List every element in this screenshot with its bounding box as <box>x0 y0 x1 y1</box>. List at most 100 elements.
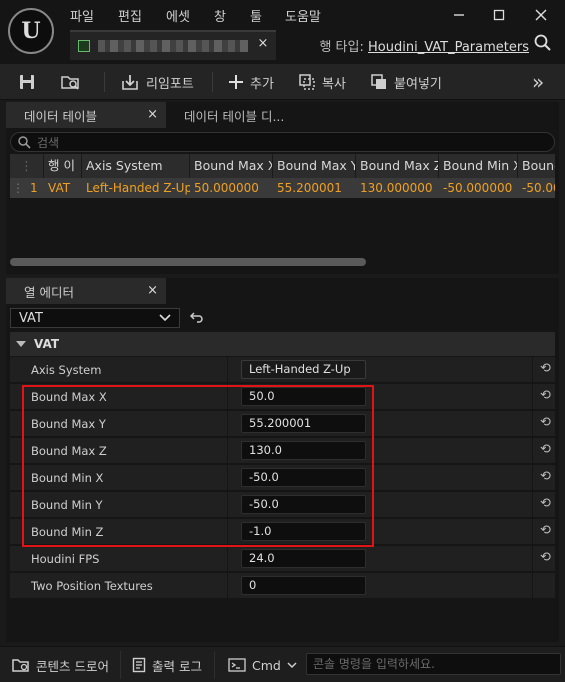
cell-axis-system: Left-Handed Z-Up <box>86 181 190 195</box>
output-log-button[interactable]: 출력 로그 <box>132 653 202 677</box>
cell-bound-max-z: 130.000000 <box>360 181 433 195</box>
undo-icon[interactable] <box>190 310 204 324</box>
column-header-bound-max-x[interactable]: Bound Max X <box>190 154 273 178</box>
reset-to-default-icon[interactable]: ⟲ <box>540 550 551 565</box>
output-log-icon <box>132 657 146 673</box>
cmd-dropdown[interactable]: Cmd <box>228 653 297 677</box>
tab-column-editor-label: 열 에디터 <box>24 284 74 300</box>
menu-help[interactable]: 도움말 <box>285 6 321 25</box>
reset-to-default-icon[interactable]: ⟲ <box>540 442 551 457</box>
property-value-input[interactable]: 24.0 <box>241 549 366 568</box>
toolbar-separator <box>104 72 105 92</box>
tab-column-editor-close-icon[interactable]: × <box>147 283 158 298</box>
reimport-label: 리임포트 <box>146 76 194 92</box>
reset-to-default-icon[interactable]: ⟲ <box>540 496 551 511</box>
document-tab[interactable]: × <box>70 30 276 60</box>
menu-edit[interactable]: 편집 <box>118 6 142 25</box>
menu-file[interactable]: 파일 <box>70 6 94 25</box>
close-button[interactable] <box>526 4 556 26</box>
cell-bound-min-y: -50.00 <box>522 181 555 195</box>
close-icon <box>535 9 547 21</box>
copy-button[interactable]: 복사 <box>298 68 346 96</box>
reset-to-default-icon[interactable]: ⟲ <box>540 415 551 430</box>
browse-button[interactable] <box>60 68 82 96</box>
column-header-axis-system[interactable]: Axis System <box>82 154 190 178</box>
column-header-bound-min-y[interactable]: Bound <box>518 154 555 178</box>
content-drawer-icon <box>12 659 29 672</box>
tab-column-editor[interactable]: 열 에디터 × <box>6 278 166 304</box>
column-divider <box>227 546 228 572</box>
reset-to-default-icon[interactable]: ⟲ <box>540 469 551 484</box>
minimize-button[interactable] <box>444 4 474 26</box>
reset-to-default-icon[interactable]: ⟲ <box>540 523 551 538</box>
column-divider <box>532 465 533 491</box>
column-header-bound-max-z[interactable]: Bound Max Z <box>356 154 439 178</box>
category-header[interactable]: VAT <box>10 332 555 356</box>
unreal-logo-icon[interactable]: U <box>8 8 54 54</box>
add-label: 추가 <box>250 76 274 92</box>
document-tab-close-button[interactable]: × <box>254 36 272 54</box>
title-bar: U 파일 편집 에셋 창 툴 도움말 × 행 타입: Houdini_VAT_P… <box>0 0 565 64</box>
search-icon[interactable] <box>533 33 553 53</box>
column-header-bound-min-x[interactable]: Bound Min X <box>439 154 518 178</box>
maximize-button[interactable] <box>484 4 514 26</box>
toolbar-separator <box>212 72 213 92</box>
cmd-label: Cmd <box>252 657 281 673</box>
property-value-input[interactable]: 0 <box>241 576 366 595</box>
data-table-asset-icon <box>78 40 90 52</box>
tab-data-table-details-label: 데이터 테이블 디... <box>184 108 285 124</box>
console-input[interactable]: 콘솔 명령을 입력하세요. <box>306 653 561 675</box>
horizontal-scrollbar[interactable] <box>10 258 366 266</box>
content-drawer-button[interactable]: 콘텐츠 드로어 <box>12 653 109 677</box>
property-row-two-position-textures: Two Position Textures 0 <box>10 573 555 599</box>
copy-label: 복사 <box>322 76 346 92</box>
document-tab-name-blurred <box>98 40 248 52</box>
row-type-caption: 행 타입: <box>319 40 364 55</box>
row-index: 1 <box>30 181 38 195</box>
row-type-value[interactable]: Houdini_VAT_Parameters <box>368 40 529 55</box>
chevron-down-icon <box>287 661 297 668</box>
search-input[interactable]: 검색 <box>10 132 555 152</box>
column-divider <box>227 573 228 599</box>
column-divider <box>532 357 533 383</box>
column-header-row-name[interactable]: 행 이 <box>44 154 82 178</box>
row-select-dropdown[interactable]: VAT <box>10 308 180 328</box>
column-divider <box>532 573 533 599</box>
add-button[interactable]: 추가 <box>228 68 274 96</box>
reset-to-default-icon[interactable]: ⟲ <box>540 361 551 376</box>
column-header-bound-max-y[interactable]: Bound Max Y <box>273 154 356 178</box>
content-drawer-label: 콘텐츠 드로어 <box>36 658 109 674</box>
highlight-annotation-box <box>22 385 374 547</box>
menu-tools[interactable]: 툴 <box>250 6 262 25</box>
cell-bound-max-y: 55.200001 <box>277 181 342 195</box>
menu-asset[interactable]: 에셋 <box>166 6 190 25</box>
cell-row-name: VAT <box>48 181 71 195</box>
save-button[interactable] <box>18 68 36 96</box>
table-row[interactable]: ⋮ 1 VAT Left-Handed Z-Up 50.000000 55.20… <box>10 178 555 198</box>
chevron-down-icon <box>159 314 171 322</box>
tab-data-table-close-icon[interactable]: × <box>147 107 158 122</box>
row-drag-header: ⋮ <box>10 154 44 178</box>
paste-button[interactable]: 붙여넣기 <box>370 68 442 96</box>
reimport-button[interactable]: 리임포트 <box>120 68 194 96</box>
row-type-label: 행 타입: Houdini_VAT_Parameters <box>319 36 529 55</box>
property-label: Two Position Textures <box>31 579 153 593</box>
property-row-axis-system: Axis System Left-Handed Z-Up ⟲ <box>10 357 555 383</box>
tab-data-table[interactable]: 데이터 테이블 × <box>6 102 166 128</box>
search-placeholder: 검색 <box>37 135 60 150</box>
status-bar: 콘텐츠 드로어 출력 로그 Cmd 콘솔 명령을 입력하세요. <box>0 646 565 682</box>
tab-data-table-label: 데이터 테이블 <box>24 108 97 124</box>
row-drag-handle-icon[interactable]: ⋮ <box>10 178 30 198</box>
maximize-icon <box>493 9 505 21</box>
column-divider <box>227 357 228 383</box>
toolbar: 리임포트 추가 복사 붙여넣기 » <box>0 64 565 100</box>
menu-window[interactable]: 창 <box>214 6 226 25</box>
property-row-houdini-fps: Houdini FPS 24.0 ⟲ <box>10 546 555 572</box>
reset-to-default-icon[interactable]: ⟲ <box>540 388 551 403</box>
tab-data-table-details[interactable]: 데이터 테이블 디... <box>166 102 366 128</box>
more-options-button[interactable]: » <box>532 68 544 96</box>
property-label: Houdini FPS <box>31 552 100 566</box>
property-value-dropdown[interactable]: Left-Handed Z-Up <box>241 360 366 379</box>
column-divider <box>532 438 533 464</box>
minimize-icon <box>454 14 464 16</box>
